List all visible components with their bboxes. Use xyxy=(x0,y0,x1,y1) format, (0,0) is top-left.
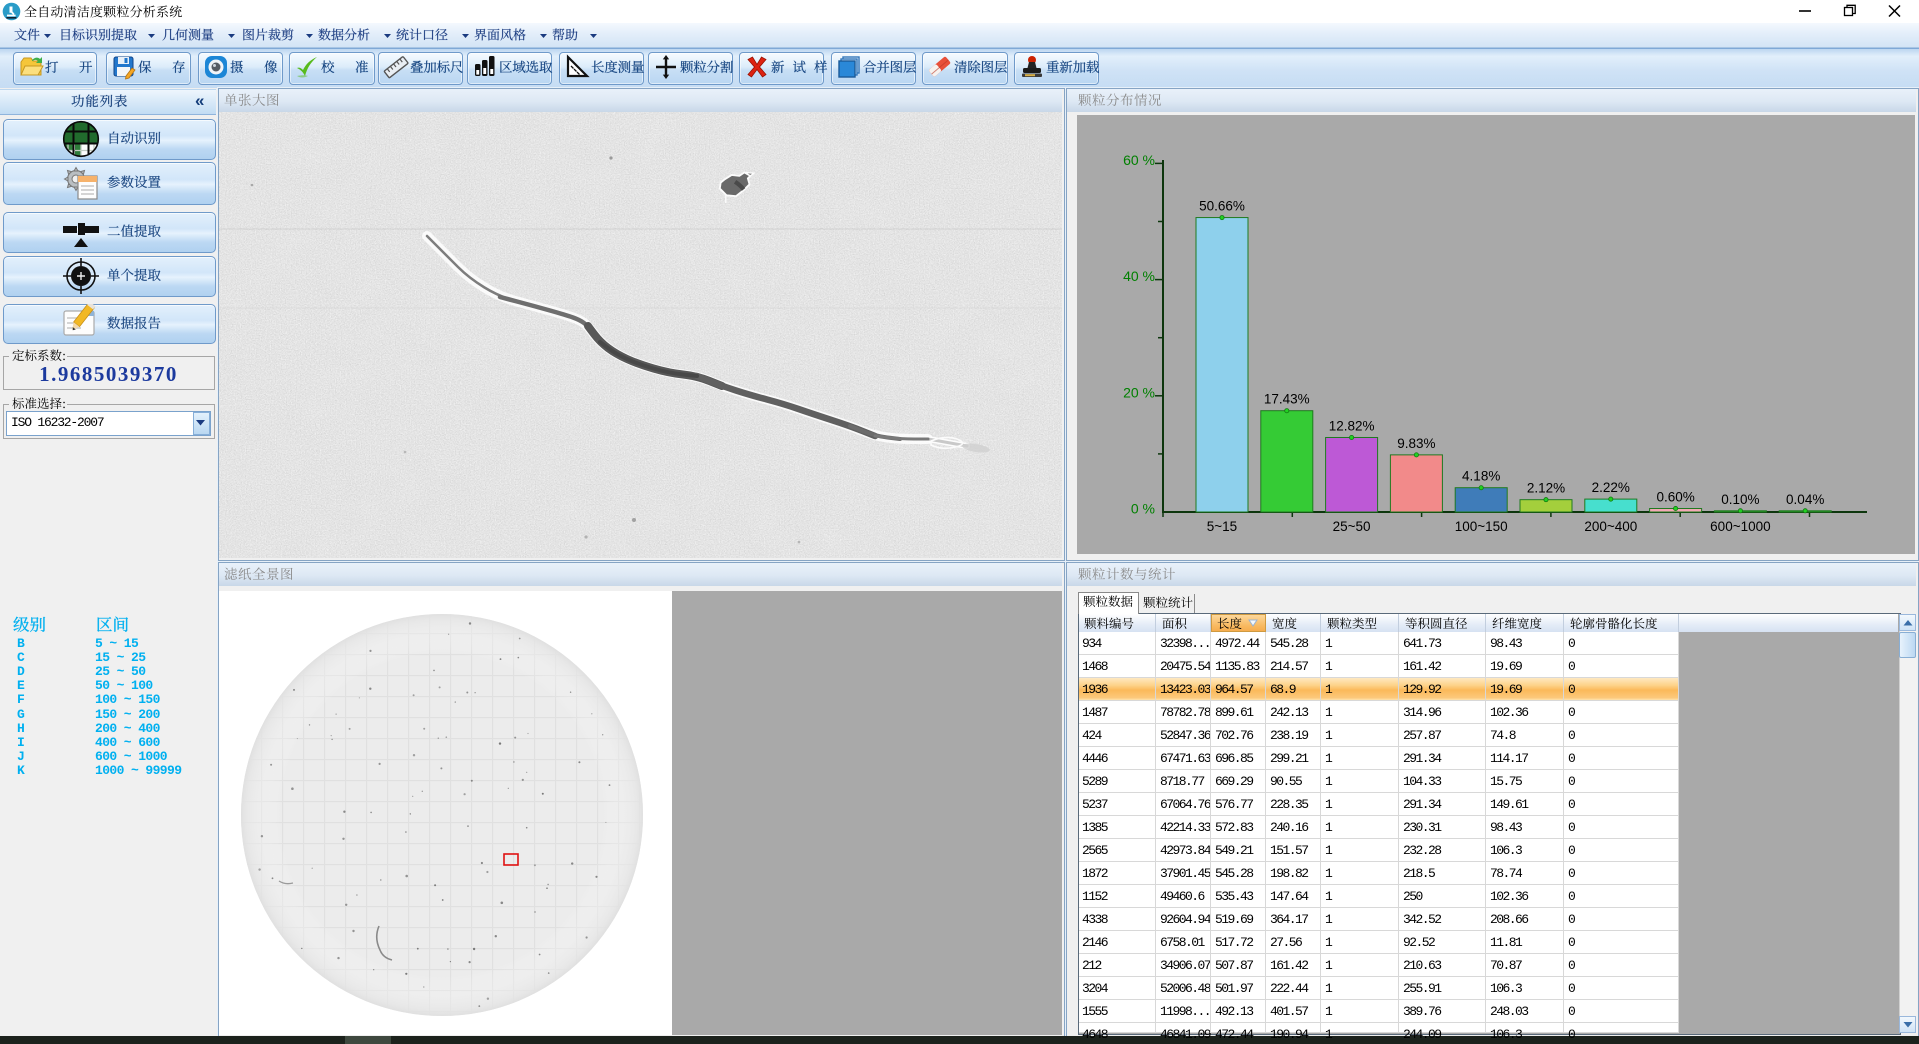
svg-text:5~15: 5~15 xyxy=(1207,519,1237,534)
svg-text:0.60%: 0.60% xyxy=(1656,490,1694,505)
svg-text:200~400: 200~400 xyxy=(1584,519,1637,534)
svg-text:40 %: 40 % xyxy=(1123,268,1155,284)
svg-text:600~1000: 600~1000 xyxy=(1710,519,1770,534)
svg-text:9.83%: 9.83% xyxy=(1397,436,1435,451)
svg-text:0 %: 0 % xyxy=(1131,501,1155,517)
svg-text:0.10%: 0.10% xyxy=(1721,492,1759,507)
svg-text:17.43%: 17.43% xyxy=(1264,392,1310,407)
svg-text:50.66%: 50.66% xyxy=(1199,199,1245,214)
svg-text:12.82%: 12.82% xyxy=(1329,418,1375,433)
svg-text:60 %: 60 % xyxy=(1123,152,1155,168)
svg-text:2.12%: 2.12% xyxy=(1527,481,1565,496)
svg-text:2.22%: 2.22% xyxy=(1592,480,1630,495)
svg-text:0.04%: 0.04% xyxy=(1786,492,1824,507)
svg-text:20 %: 20 % xyxy=(1123,384,1155,400)
svg-text:4.18%: 4.18% xyxy=(1462,469,1500,484)
svg-text:25~50: 25~50 xyxy=(1333,519,1371,534)
svg-text:100~150: 100~150 xyxy=(1455,519,1508,534)
